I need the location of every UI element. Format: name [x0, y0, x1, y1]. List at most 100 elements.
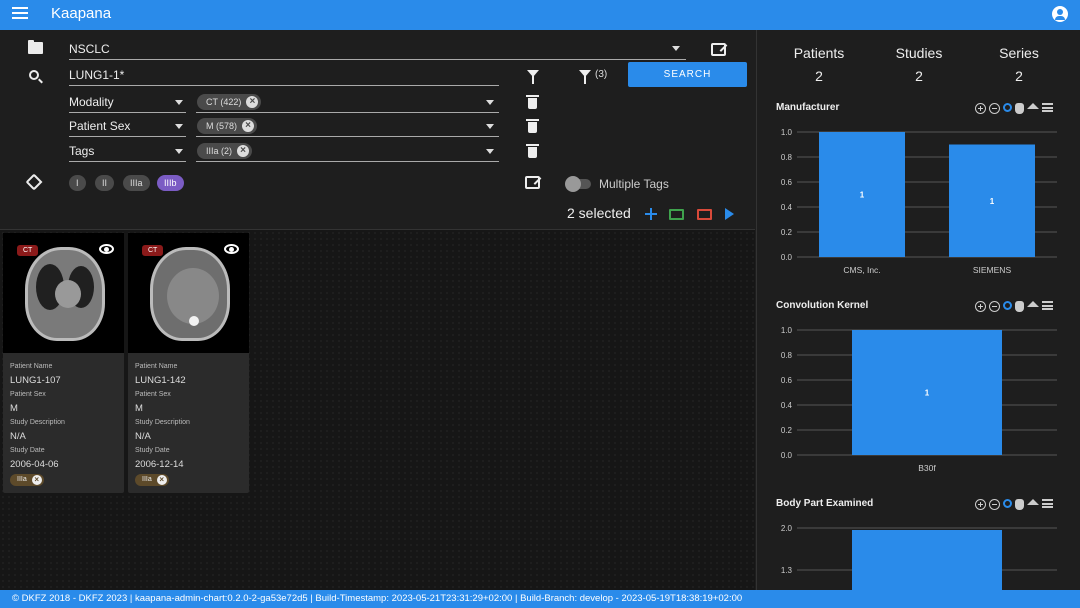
plus-icon[interactable]: [645, 208, 657, 220]
y-tick-label: 1.0: [781, 128, 793, 137]
pan-hand-icon[interactable]: [1015, 103, 1024, 114]
chart-menu-icon[interactable]: [1042, 301, 1053, 310]
chart-svg: 1.0 0.8 0.6 0.4 0.2 0.0 1 CMS, Inc. 1 SIEMENS: [781, 128, 1057, 275]
zoom-select-icon[interactable]: [1003, 499, 1012, 508]
filter-key-tags[interactable]: Tags: [69, 141, 186, 162]
chart-menu-icon[interactable]: [1042, 103, 1053, 112]
zoom-in-icon[interactable]: [975, 301, 986, 312]
tag-chip-iiib[interactable]: IIIb: [157, 175, 184, 191]
card-tag[interactable]: IIIa ×: [10, 474, 44, 486]
close-icon[interactable]: ×: [242, 120, 255, 132]
project-value: NSCLC: [69, 42, 110, 56]
menu-icon[interactable]: [12, 7, 28, 21]
y-tick-label: 1.3: [781, 566, 793, 575]
y-tick-label: 2.0: [781, 524, 793, 533]
tag-chip-iiia[interactable]: IIIa: [123, 175, 150, 191]
folder-remove-icon[interactable]: [697, 209, 712, 220]
edit-tags-icon[interactable]: [525, 176, 540, 189]
reset-zoom-icon[interactable]: [1027, 301, 1039, 307]
eye-icon[interactable]: [99, 244, 114, 254]
stat-label-patients: Patients: [793, 45, 845, 61]
pan-hand-icon[interactable]: [1015, 499, 1024, 510]
account-icon[interactable]: [1052, 6, 1068, 22]
field-value: N/A: [135, 431, 151, 442]
filter-key-label: Modality: [69, 95, 114, 109]
data-label: 1: [990, 197, 995, 206]
series-gallery: CT Patient Name LUNG1-107 Patient Sex M …: [0, 230, 755, 590]
zoom-out-icon[interactable]: [989, 301, 1000, 312]
modality-badge: CT: [142, 245, 164, 256]
field-label: Study Description: [10, 419, 65, 426]
reset-zoom-icon[interactable]: [1027, 499, 1039, 505]
chart-svg: 1.0 0.8 0.6 0.4 0.2 0.0 1 B30f: [781, 326, 1057, 473]
chart-title: Convolution Kernel: [776, 300, 869, 311]
chevron-down-icon: [175, 100, 183, 105]
close-icon[interactable]: ×: [156, 475, 167, 485]
field-label: Patient Sex: [135, 391, 171, 398]
eye-icon[interactable]: [224, 244, 239, 254]
zoom-out-icon[interactable]: [989, 499, 1000, 510]
tag-icon: [25, 173, 43, 191]
y-tick-label: 0.8: [781, 153, 793, 162]
multiple-tags-toggle[interactable]: [565, 176, 591, 192]
field-label: Study Date: [135, 447, 170, 454]
delete-filter-icon[interactable]: [526, 95, 539, 109]
field-value: N/A: [10, 431, 26, 442]
chart-menu-icon[interactable]: [1042, 499, 1053, 508]
edit-project-icon[interactable]: [711, 43, 726, 56]
delete-filter-icon[interactable]: [526, 144, 539, 158]
stat-label-studies: Studies: [895, 45, 943, 61]
close-icon[interactable]: ×: [237, 145, 250, 157]
filter-key-patient-sex[interactable]: Patient Sex: [69, 116, 186, 137]
series-card[interactable]: CT Patient Name LUNG1-107 Patient Sex M …: [3, 233, 124, 493]
zoom-out-icon[interactable]: [989, 103, 1000, 114]
tag-chip-ii[interactable]: II: [95, 175, 115, 191]
search-button[interactable]: SEARCH: [628, 62, 747, 87]
chevron-down-icon: [672, 46, 680, 51]
pan-hand-icon[interactable]: [1015, 301, 1024, 312]
filter-chip-tags[interactable]: IIIa (2) ×: [197, 143, 253, 159]
filter-panel: NSCLC LUNG1-1* (3) SEARCH Modality CT (4…: [0, 30, 755, 230]
series-thumbnail[interactable]: CT: [128, 233, 249, 353]
add-filter-icon[interactable]: [527, 70, 539, 84]
zoom-in-icon[interactable]: [975, 103, 986, 114]
series-thumbnail[interactable]: CT: [3, 233, 124, 353]
zoom-select-icon[interactable]: [1003, 301, 1012, 310]
app-title: Kaapana: [51, 5, 112, 22]
data-label: 1: [925, 389, 930, 398]
field-value: 2006-04-06: [10, 459, 59, 470]
chevron-down-icon: [486, 100, 494, 105]
chevron-down-icon: [486, 149, 494, 154]
field-value: M: [10, 403, 18, 414]
chart-toolbar: [975, 103, 1053, 115]
project-select[interactable]: NSCLC: [69, 38, 686, 60]
field-label: Patient Name: [135, 363, 178, 370]
close-icon[interactable]: ×: [246, 96, 259, 108]
filter-key-label: Patient Sex: [69, 119, 131, 133]
card-tag[interactable]: IIIa ×: [135, 474, 169, 486]
field-label: Study Description: [135, 419, 190, 426]
delete-filter-icon[interactable]: [526, 119, 539, 133]
filter-chip-patient-sex[interactable]: M (578) ×: [197, 118, 258, 134]
zoom-in-icon[interactable]: [975, 499, 986, 510]
modality-badge: CT: [17, 245, 39, 256]
filter-chip-modality[interactable]: CT (422) ×: [197, 94, 262, 110]
y-tick-label: 0.6: [781, 178, 793, 187]
dataset-browser: NSCLC LUNG1-1* (3) SEARCH Modality CT (4…: [0, 30, 755, 590]
reset-zoom-icon[interactable]: [1027, 103, 1039, 109]
search-input[interactable]: LUNG1-1*: [69, 64, 499, 86]
folder-add-icon[interactable]: [669, 209, 684, 220]
search-query: LUNG1-1*: [69, 68, 125, 82]
zoom-select-icon[interactable]: [1003, 103, 1012, 112]
filter-key-modality[interactable]: Modality: [69, 92, 186, 113]
y-tick-label: 0.6: [781, 376, 793, 385]
close-icon[interactable]: ×: [31, 475, 42, 485]
series-card[interactable]: CT Patient Name LUNG1-142 Patient Sex M …: [128, 233, 249, 493]
chart-toolbar: [975, 499, 1053, 511]
y-tick-label: 0.0: [781, 451, 793, 460]
play-icon[interactable]: [725, 208, 734, 220]
folder-icon: [28, 40, 43, 54]
tag-chip-i[interactable]: I: [69, 175, 86, 191]
filter-icon[interactable]: [579, 70, 591, 84]
y-tick-label: 0.2: [781, 228, 793, 237]
